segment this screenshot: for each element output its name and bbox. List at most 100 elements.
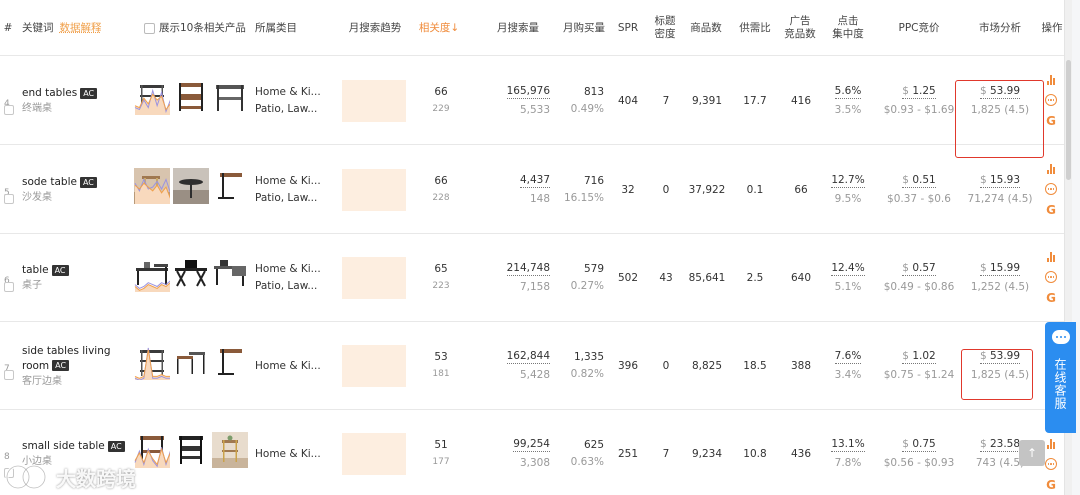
ppc-range: $0.56 - $0.93 [883, 456, 955, 469]
keyword-text[interactable]: end tables [22, 87, 77, 99]
row-checkbox[interactable] [4, 194, 14, 204]
bar-chart-icon[interactable] [1045, 250, 1057, 262]
col-title-density[interactable]: 标题 密度 [650, 0, 680, 56]
relevance-sort-label[interactable]: 相关度↓ [419, 22, 459, 35]
keyword-text[interactable]: sode table [22, 176, 77, 188]
monthly-purchase-cell: 625 0.63% [554, 410, 604, 495]
monthly-search-value[interactable]: 162,844 [506, 349, 550, 364]
google-search-icon[interactable]: G [1045, 292, 1057, 304]
more-options-icon[interactable] [1045, 183, 1057, 195]
row-checkbox[interactable] [4, 370, 14, 380]
market-price-value: 15.93 [989, 173, 1021, 186]
category-primary: Home & Ki... [255, 175, 321, 187]
market-price[interactable]: $ 15.99 [979, 261, 1021, 276]
products-cell: 37,922 [688, 183, 726, 196]
monthly-search-value[interactable]: 99,254 [513, 437, 550, 452]
online-service-button[interactable]: 在线客服 [1045, 322, 1076, 433]
col-supply-demand[interactable]: 供需比 [736, 0, 774, 56]
col-ppc[interactable]: PPC竞价 [888, 0, 950, 56]
monthly-purchase-value: 625 [583, 439, 604, 451]
bar-chart-icon[interactable] [1045, 73, 1057, 85]
col-monthly-purchase[interactable]: 月购买量 [558, 0, 610, 56]
market-price-value: 23.58 [989, 437, 1021, 450]
col-category: 所属类目 [255, 21, 297, 34]
product-thumbnail[interactable] [212, 432, 248, 468]
col-monthly-search[interactable]: 月搜索量 [490, 0, 546, 56]
row-checkbox[interactable] [4, 282, 14, 292]
col-products[interactable]: 商品数 [686, 0, 726, 56]
ppc-value[interactable]: $ 0.57 [902, 261, 936, 276]
monthly-trend-sparkline[interactable] [342, 345, 406, 387]
monthly-trend-sparkline[interactable] [342, 169, 406, 211]
show-products-checkbox[interactable] [144, 22, 155, 34]
google-search-icon[interactable]: G [1045, 479, 1057, 491]
ppc-value[interactable]: $ 1.02 [902, 349, 936, 364]
product-thumbnail[interactable] [212, 168, 248, 204]
product-thumbnail[interactable] [173, 344, 209, 380]
bar-chart-icon[interactable] [1045, 437, 1057, 449]
relevance-cell: 51 177 [414, 410, 468, 495]
product-thumbnail[interactable] [134, 344, 170, 380]
monthly-search-cell: 99,254 3,308 [486, 410, 550, 495]
market-price[interactable]: $ 23.58 [979, 437, 1021, 452]
more-options-icon[interactable] [1045, 458, 1057, 470]
click-concentration-value[interactable]: 5.6% [834, 84, 862, 99]
back-to-top-button[interactable]: ↑ [1019, 440, 1045, 466]
click-concentration-value[interactable]: 13.1% [831, 437, 865, 452]
product-thumbnail[interactable] [173, 432, 209, 468]
monthly-trend-sparkline[interactable] [342, 257, 406, 299]
product-thumbnail[interactable] [134, 168, 170, 204]
relevance-cell: 53 181 [414, 322, 468, 410]
market-currency: $ [979, 261, 990, 274]
monthly-purchase-sub: 0.82% [570, 368, 604, 380]
amazon-choice-badge: AC [51, 264, 69, 276]
product-thumbnail[interactable] [173, 79, 209, 115]
keyword-text[interactable]: small side table [22, 440, 105, 452]
col-spr[interactable]: SPR [614, 0, 642, 56]
product-thumbnail[interactable] [134, 79, 170, 115]
col-show-products[interactable]: 展示10条相关产品 [144, 0, 248, 56]
ppc-value[interactable]: $ 1.25 [902, 84, 936, 99]
monthly-trend-sparkline[interactable] [342, 433, 406, 475]
scrollbar-thumb[interactable] [1066, 60, 1071, 180]
product-thumbnail[interactable] [134, 256, 170, 292]
product-thumbnail[interactable] [212, 344, 248, 380]
keyword-text[interactable]: table [22, 264, 49, 276]
row-checkbox[interactable] [4, 105, 14, 115]
data-explain-link[interactable]: 数据解释 [60, 22, 102, 35]
google-search-icon[interactable]: G [1045, 115, 1057, 127]
title-density-cell: 0 [662, 359, 670, 372]
click-concentration-value[interactable]: 12.4% [831, 261, 865, 276]
highlight-box-market-row-7 [961, 349, 1033, 400]
more-options-icon[interactable] [1045, 94, 1057, 106]
monthly-search-value[interactable]: 4,437 [519, 173, 550, 188]
col-click-concentration[interactable]: 点击 集中度 [828, 0, 868, 56]
relevance-value: 53 [434, 351, 448, 363]
monthly-trend-sparkline[interactable] [342, 80, 406, 122]
google-search-icon[interactable]: G [1045, 204, 1057, 216]
ppc-value[interactable]: $ 0.75 [902, 437, 936, 452]
amazon-choice-badge: AC [79, 176, 97, 188]
monthly-search-value[interactable]: 214,748 [506, 261, 550, 276]
click-concentration-value[interactable]: 12.7% [831, 173, 865, 188]
col-ad-products[interactable]: 广告 竞品数 [781, 0, 819, 56]
bar-chart-icon[interactable] [1045, 162, 1057, 174]
product-thumbnail[interactable] [173, 168, 209, 204]
click-concentration-cell: 7.6% 3.4% [826, 322, 870, 410]
product-thumbnail[interactable] [134, 432, 170, 468]
title-density-line2: 密度 [654, 28, 676, 40]
product-thumbnail[interactable] [173, 256, 209, 292]
more-options-icon[interactable] [1045, 271, 1057, 283]
ad-products-cell: 416 [790, 94, 812, 107]
ppc-value[interactable]: $ 0.51 [902, 173, 936, 188]
click-concentration-value[interactable]: 7.6% [834, 349, 862, 364]
product-thumbnail[interactable] [212, 256, 248, 292]
ad-products-cell: 388 [790, 359, 812, 372]
keyword-line: side tables living room AC [22, 344, 132, 374]
col-relevance[interactable]: 相关度↓ [414, 0, 464, 56]
market-price[interactable]: $ 15.93 [979, 173, 1021, 188]
keyword-cell: side tables living room AC 客厅边桌 [22, 322, 132, 410]
monthly-search-value[interactable]: 165,976 [506, 84, 550, 99]
product-thumbnail[interactable] [212, 79, 248, 115]
market-analysis-cell: $ 15.99 1,252 (4.5) [962, 234, 1038, 322]
